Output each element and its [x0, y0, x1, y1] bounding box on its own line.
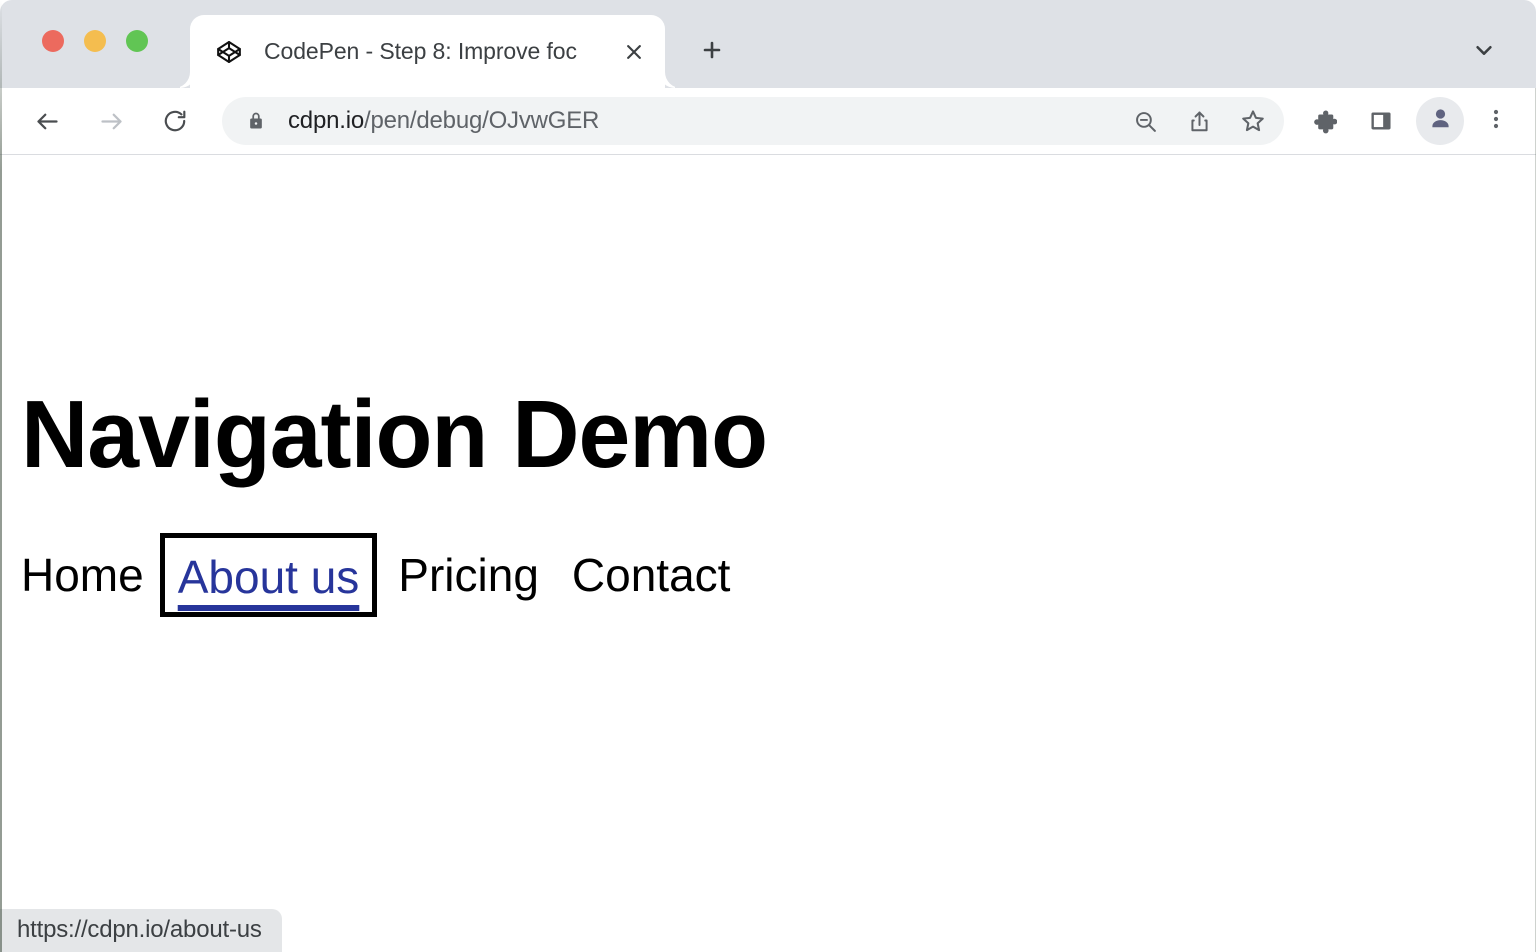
- page-viewport: Navigation Demo Home About us Pricing Co…: [0, 155, 1536, 952]
- three-dots-icon: [1484, 107, 1508, 136]
- lock-icon: [246, 111, 266, 131]
- nav-link-home[interactable]: Home: [21, 552, 144, 598]
- reload-button[interactable]: [152, 98, 198, 144]
- share-icon[interactable]: [1176, 98, 1222, 144]
- back-button[interactable]: [24, 98, 70, 144]
- extensions-puzzle-icon[interactable]: [1300, 98, 1346, 144]
- address-bar-host: cdpn.io: [288, 107, 364, 134]
- address-bar-url: cdpn.io/pen/debug/OJvwGER: [288, 107, 599, 135]
- tab-search-button[interactable]: [1462, 28, 1506, 72]
- close-tab-button[interactable]: [617, 35, 651, 69]
- page-title: Navigation Demo: [21, 387, 767, 483]
- close-window-button[interactable]: [42, 30, 64, 52]
- forward-button: [88, 98, 134, 144]
- chrome-menu-button[interactable]: [1474, 98, 1518, 144]
- maximize-window-button[interactable]: [126, 30, 148, 52]
- zoom-out-icon[interactable]: [1122, 98, 1168, 144]
- browser-toolbar: cdpn.io/pen/debug/OJvwGER: [0, 88, 1536, 155]
- address-bar[interactable]: cdpn.io/pen/debug/OJvwGER: [222, 97, 1284, 145]
- nav-link-pricing[interactable]: Pricing: [398, 552, 539, 598]
- nav-link-about-us-focus-ring: About us: [160, 533, 378, 617]
- browser-window: CodePen - Step 8: Improve foc: [0, 0, 1536, 952]
- window-controls: [42, 30, 148, 52]
- person-icon: [1427, 105, 1454, 137]
- minimize-window-button[interactable]: [84, 30, 106, 52]
- bookmark-star-icon[interactable]: [1230, 98, 1276, 144]
- side-panel-icon[interactable]: [1358, 98, 1404, 144]
- profile-button[interactable]: [1416, 97, 1464, 145]
- address-bar-path: /pen/debug/OJvwGER: [364, 107, 599, 134]
- site-navigation: Home About us Pricing Contact: [0, 533, 730, 617]
- tab-strip: CodePen - Step 8: Improve foc: [0, 0, 1536, 88]
- new-tab-button[interactable]: [690, 28, 734, 72]
- tab-title: CodePen - Step 8: Improve foc: [264, 38, 617, 65]
- omnibox-actions: [1122, 97, 1276, 145]
- browser-tab[interactable]: CodePen - Step 8: Improve foc: [190, 15, 665, 88]
- status-bar-url: https://cdpn.io/about-us: [0, 909, 282, 952]
- nav-link-about-us[interactable]: About us: [178, 554, 360, 600]
- nav-link-contact[interactable]: Contact: [572, 552, 731, 598]
- codepen-icon: [216, 39, 242, 65]
